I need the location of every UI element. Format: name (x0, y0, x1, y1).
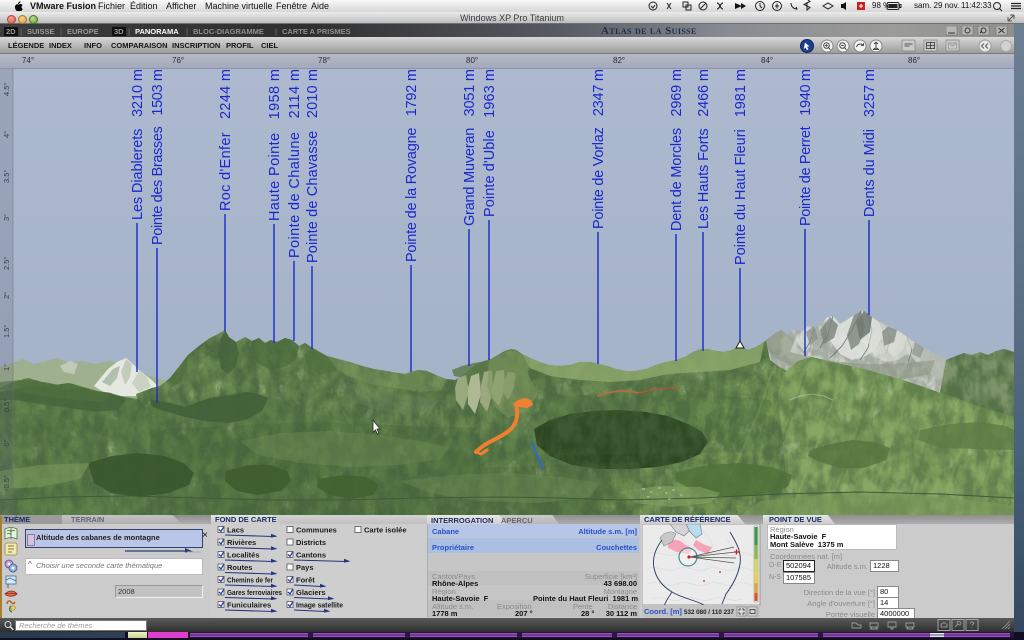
svg-text:Pointe de Chavasse 2010 m: Pointe de Chavasse 2010 m (305, 69, 321, 263)
svg-text:Routes: Routes (227, 563, 252, 572)
svg-text:2.5°: 2.5° (2, 257, 11, 270)
svg-text:Pointe des Brasses 1503 m: Pointe des Brasses 1503 m (150, 69, 166, 245)
svg-text:0.5°: 0.5° (2, 399, 11, 412)
svg-text:Les Diablerets 3210 m: Les Diablerets 3210 m (130, 69, 146, 220)
svg-text:Haute Pointe 1958 m: Haute Pointe 1958 m (267, 69, 283, 221)
svg-text:Pays: Pays (296, 563, 314, 572)
svg-text:Pointe d'Uble 1963 m: Pointe d'Uble 1963 m (482, 69, 498, 217)
svg-text:2°: 2° (2, 292, 11, 299)
svg-text:Carte isolée: Carte isolée (364, 526, 407, 535)
svg-text:Cantons: Cantons (296, 551, 326, 560)
svg-text:Coord. [m]: Coord. [m] (644, 607, 682, 616)
svg-text:Image satellite: Image satellite (296, 601, 343, 610)
svg-text:Rivières: Rivières (227, 538, 256, 547)
svg-text:Localités: Localités (227, 551, 260, 560)
svg-text:-0.5°: -0.5° (2, 475, 11, 491)
svg-text:Gares ferroviaires: Gares ferroviaires (227, 588, 282, 597)
svg-text:Lacs: Lacs (227, 526, 244, 535)
svg-text:1°: 1° (2, 364, 11, 371)
svg-text:Pointe de Perret 1940 m: Pointe de Perret 1940 m (798, 69, 814, 226)
svg-text:Districts: Districts (296, 538, 326, 547)
svg-text:Pointe de Chalune 2114 m: Pointe de Chalune 2114 m (287, 69, 303, 258)
svg-text:Roc d'Enfer 2244 m: Roc d'Enfer 2244 m (218, 69, 234, 211)
svg-text:Grand Muveran 3051 m: Grand Muveran 3051 m (462, 69, 478, 226)
svg-text:Dents du Midi 3257 m: Dents du Midi 3257 m (862, 69, 878, 217)
svg-text:Communes: Communes (296, 526, 337, 535)
svg-text:Les Hauts Forts 2466 m: Les Hauts Forts 2466 m (696, 69, 712, 229)
svg-text:Funiculaires: Funiculaires (227, 601, 271, 610)
svg-text:Pointe de Vorlaz 2347 m: Pointe de Vorlaz 2347 m (591, 69, 607, 229)
svg-text:532 080 / 110 237: 532 080 / 110 237 (684, 609, 734, 616)
svg-text:4°: 4° (2, 131, 11, 138)
svg-text:Dent de Morcles 2969 m: Dent de Morcles 2969 m (669, 69, 685, 231)
svg-text:1.5°: 1.5° (2, 325, 11, 338)
svg-text:Chemins de fer: Chemins de fer (227, 576, 273, 585)
svg-text:Glaciers: Glaciers (296, 588, 326, 597)
svg-text:3°: 3° (2, 214, 11, 221)
svg-text:Pointe du Haut Fleuri 1981 m: Pointe du Haut Fleuri 1981 m (733, 69, 749, 265)
svg-text:4.5°: 4.5° (2, 83, 11, 96)
svg-text:3.5°: 3.5° (2, 170, 11, 183)
svg-text:-0°: -0° (2, 439, 11, 449)
svg-text:Pointe de la Rovagne 1792 m: Pointe de la Rovagne 1792 m (404, 69, 420, 262)
svg-text:Forêt: Forêt (296, 576, 315, 585)
